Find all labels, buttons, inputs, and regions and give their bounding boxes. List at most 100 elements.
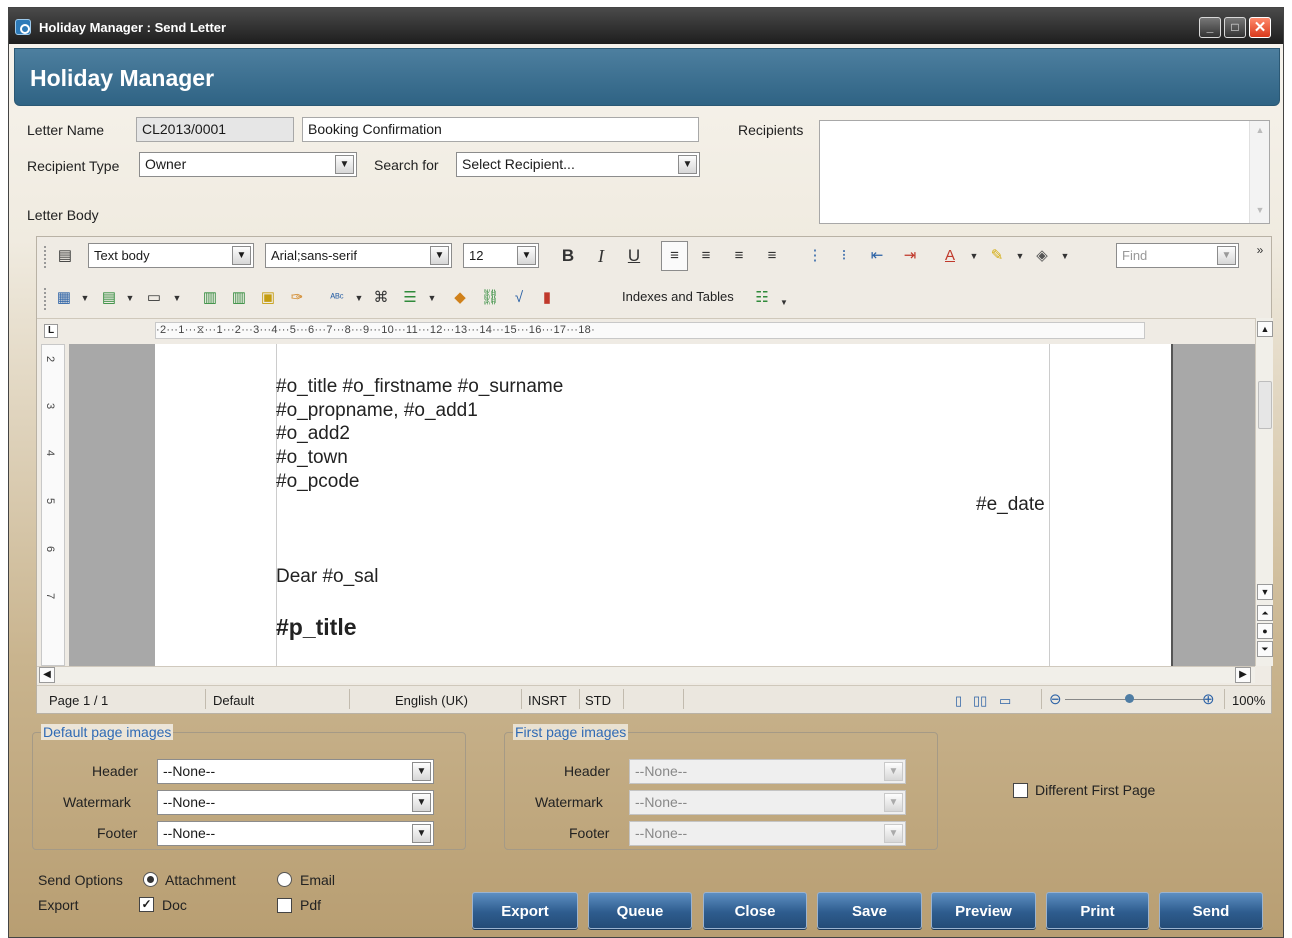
indexes-tables-button[interactable]: Indexes and Tables — [622, 289, 734, 304]
chevron-down-icon[interactable]: ▼ — [349, 288, 369, 308]
different-first-page-checkbox[interactable] — [1013, 783, 1028, 798]
highlight-icon[interactable]: ✎ — [987, 246, 1007, 266]
recipient-type-select[interactable]: Owner ▼ — [139, 152, 357, 177]
background-color-icon[interactable]: ◈ — [1032, 246, 1052, 266]
chart-icon[interactable]: ▮ — [537, 288, 557, 308]
chevron-down-icon[interactable]: ▼ — [1217, 246, 1236, 265]
header-icon[interactable]: ▥ — [200, 288, 220, 308]
close-window-button[interactable]: ✕ — [1249, 17, 1271, 38]
chevron-down-icon[interactable]: ▼ — [964, 246, 984, 266]
print-button[interactable]: Print — [1046, 892, 1149, 929]
chevron-down-icon[interactable]: ▼ — [120, 288, 140, 308]
bullets-icon[interactable]: ⁝ — [834, 246, 854, 266]
pdf-checkbox[interactable] — [277, 898, 292, 913]
shapes-icon[interactable]: ◆ — [450, 288, 470, 308]
chevron-down-icon[interactable]: ▼ — [884, 762, 903, 781]
first-header-select[interactable]: --None-- ▼ — [629, 759, 906, 784]
first-watermark-select[interactable]: --None-- ▼ — [629, 790, 906, 815]
footer-icon[interactable]: ▥ — [229, 288, 249, 308]
zoom-slider[interactable] — [1065, 699, 1205, 700]
letter-title-input[interactable]: Booking Confirmation — [302, 117, 699, 142]
comment-icon[interactable]: ▣ — [258, 288, 278, 308]
insert-field-icon[interactable]: ▤ — [99, 288, 119, 308]
toolbar-overflow-icon[interactable]: » — [1250, 240, 1270, 260]
insert-mode[interactable]: INSRT — [528, 693, 567, 708]
document-canvas[interactable]: #o_title #o_firstname #o_surname #o_prop… — [69, 344, 1255, 666]
multi-page-view-icon[interactable]: ▯▯ — [973, 693, 987, 709]
increase-indent-icon[interactable]: ⇥ — [900, 246, 920, 266]
toolbar-overflow-icon[interactable]: ▼ — [774, 293, 794, 313]
chevron-down-icon[interactable]: ▼ — [412, 824, 431, 843]
decrease-indent-icon[interactable]: ⇤ — [867, 246, 887, 266]
minimize-button[interactable]: _ — [1199, 17, 1221, 38]
chevron-down-icon[interactable]: ▼ — [75, 288, 95, 308]
italic-button[interactable]: I — [591, 246, 611, 266]
font-size-select[interactable]: 12 ▼ — [463, 243, 539, 268]
underline-button[interactable]: U — [624, 246, 644, 266]
insert-frame-icon[interactable]: ▭ — [144, 288, 164, 308]
recipients-scrollbar[interactable]: ▲ ▼ — [1249, 121, 1269, 223]
list-style-icon[interactable]: ☰ — [400, 288, 420, 308]
doc-checkbox[interactable]: ✓ — [139, 897, 154, 912]
table-of-contents-icon[interactable]: ☷ — [752, 288, 772, 308]
chevron-down-icon[interactable]: ▼ — [1010, 246, 1030, 266]
navigation-icon[interactable]: ● — [1257, 623, 1273, 639]
recipients-list[interactable]: ▲ ▼ — [819, 120, 1270, 224]
chevron-down-icon[interactable]: ▼ — [430, 246, 449, 265]
zoom-out-icon[interactable]: ⊖ — [1049, 690, 1062, 708]
chevron-down-icon[interactable]: ▼ — [884, 793, 903, 812]
special-character-icon[interactable]: ⌘ — [371, 288, 391, 308]
previous-page-icon[interactable]: ⏶ — [1257, 605, 1273, 621]
first-footer-select[interactable]: --None-- ▼ — [629, 821, 906, 846]
chevron-down-icon[interactable]: ▼ — [517, 246, 536, 265]
title-bar[interactable]: Holiday Manager : Send Letter _ □ ✕ — [9, 8, 1283, 44]
default-footer-select[interactable]: --None-- ▼ — [157, 821, 434, 846]
chevron-down-icon[interactable]: ▼ — [678, 155, 697, 174]
spellcheck-icon[interactable]: ᴬᴮᶜ — [327, 288, 347, 308]
export-button[interactable]: Export — [472, 892, 578, 929]
horizontal-ruler[interactable]: L ·2···1···⧖···1···2···3···4···5···6···7… — [37, 318, 1255, 342]
numbering-icon[interactable]: ⋮ — [805, 246, 825, 266]
scroll-thumb[interactable] — [1258, 381, 1272, 429]
chevron-down-icon[interactable]: ▼ — [232, 246, 251, 265]
tab-stop-icon[interactable]: L — [44, 324, 58, 338]
next-page-icon[interactable]: ⏷ — [1257, 641, 1273, 657]
scroll-left-icon[interactable]: ◀ — [39, 667, 55, 683]
chevron-down-icon[interactable]: ▼ — [884, 824, 903, 843]
chevron-down-icon[interactable]: ▼ — [335, 155, 354, 174]
pin-icon[interactable]: ✑ — [287, 288, 307, 308]
chevron-down-icon[interactable]: ▼ — [422, 288, 442, 308]
single-page-view-icon[interactable]: ▯ — [955, 693, 962, 709]
hyperlink-icon[interactable]: ⛓ — [480, 288, 500, 308]
zoom-level[interactable]: 100% — [1232, 693, 1265, 708]
send-button[interactable]: Send — [1159, 892, 1263, 929]
align-right-button[interactable]: ≡ — [729, 246, 749, 266]
scroll-down-icon[interactable]: ▼ — [1257, 584, 1273, 600]
font-color-icon[interactable]: A — [940, 246, 960, 266]
chevron-down-icon[interactable]: ▼ — [412, 762, 431, 781]
scroll-up-icon[interactable]: ▲ — [1253, 125, 1267, 139]
insert-table-icon[interactable]: ▦ — [54, 288, 74, 308]
paragraph-style-select[interactable]: Text body ▼ — [88, 243, 254, 268]
editor-vertical-scrollbar[interactable]: ▲ ▼ ⏶ ● ⏷ — [1255, 318, 1273, 666]
chevron-down-icon[interactable]: ▼ — [167, 288, 187, 308]
document-page[interactable]: #o_title #o_firstname #o_surname #o_prop… — [155, 344, 1173, 666]
editor-horizontal-scrollbar[interactable]: ◀ ▶ — [37, 666, 1255, 683]
align-left-button[interactable]: ≡ — [661, 241, 688, 271]
align-center-button[interactable]: ≡ — [696, 246, 716, 266]
default-header-select[interactable]: --None-- ▼ — [157, 759, 434, 784]
bold-button[interactable]: B — [558, 246, 578, 266]
letter-body-editor[interactable]: ▤ Text body ▼ Arial;sans-serif ▼ 12 ▼ B … — [36, 236, 1273, 714]
find-input[interactable]: Find ▼ — [1116, 243, 1239, 268]
search-recipient-select[interactable]: Select Recipient... ▼ — [456, 152, 700, 177]
toolbar-grip-icon[interactable] — [44, 246, 47, 268]
chevron-down-icon[interactable]: ▼ — [412, 793, 431, 812]
scroll-down-icon[interactable]: ▼ — [1253, 205, 1267, 219]
zoom-in-icon[interactable]: ⊕ — [1202, 690, 1215, 708]
styles-icon[interactable]: ▤ — [55, 246, 75, 266]
zoom-slider-handle[interactable] — [1125, 694, 1134, 703]
preview-button[interactable]: Preview — [931, 892, 1036, 929]
scroll-up-icon[interactable]: ▲ — [1257, 321, 1273, 337]
attachment-radio[interactable] — [143, 872, 158, 887]
maximize-button[interactable]: □ — [1224, 17, 1246, 38]
